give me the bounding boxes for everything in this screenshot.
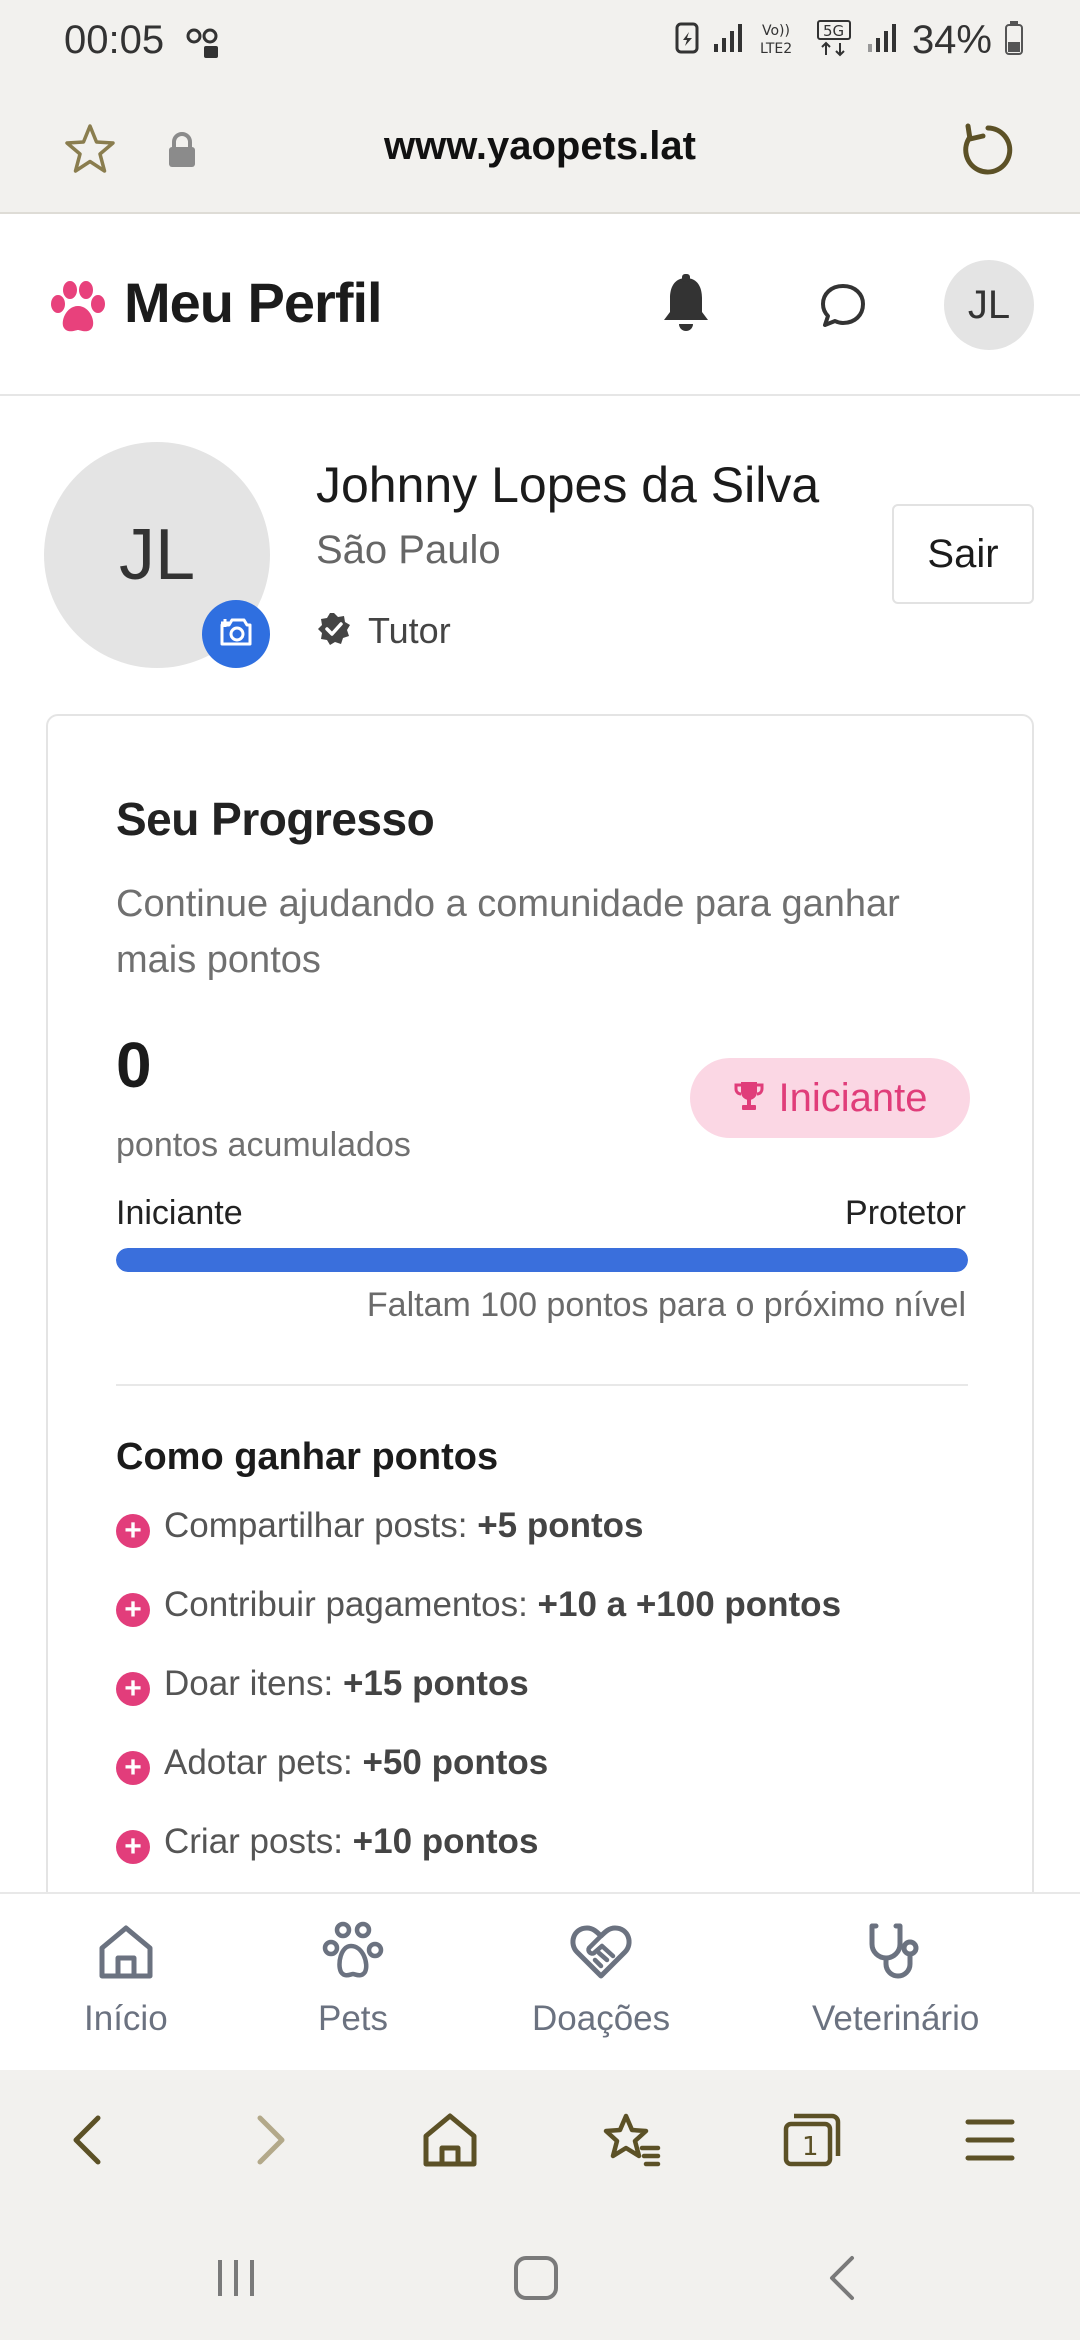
volte-icon: Vo)) LTE2	[758, 20, 802, 61]
role-label: Tutor	[368, 610, 451, 651]
home-icon	[94, 1920, 158, 1989]
level-badge-label: Iniciante	[778, 1075, 928, 1120]
url-text[interactable]: www.yaopets.lat	[0, 124, 1080, 169]
nav-label: Veterinário	[812, 1999, 980, 2038]
home-icon[interactable]	[420, 2110, 480, 2175]
earn-points-list: + Compartilhar posts: +5 pontos + Contribu…	[116, 1506, 976, 1901]
earn-reward: +15 pontos	[342, 1664, 529, 1703]
next-level-label: Protetor	[845, 1194, 966, 1232]
chat-icon[interactable]	[818, 280, 868, 335]
change-photo-button[interactable]	[202, 600, 270, 668]
progress-bar-fill	[116, 1248, 968, 1272]
nav-item-pets[interactable]: Pets	[318, 1920, 388, 2039]
paw-icon	[321, 1920, 385, 1989]
svg-text:Vo)): Vo))	[762, 23, 790, 39]
earn-action: Adotar pets:	[164, 1743, 353, 1782]
points-value: 0	[116, 1029, 152, 1101]
progress-title: Seu Progresso	[116, 793, 435, 845]
recent-apps-icon[interactable]	[212, 2254, 260, 2307]
nav-label: Pets	[318, 1999, 389, 2038]
list-item: + Criar posts: +10 pontos	[116, 1822, 976, 1901]
earn-action: Contribuir pagamentos:	[164, 1585, 528, 1624]
plus-icon: +	[116, 1830, 150, 1864]
progress-bar	[116, 1248, 968, 1272]
list-item: + Doar itens: +15 pontos	[116, 1664, 976, 1743]
earn-reward: +10 pontos	[352, 1822, 539, 1861]
bookmarks-icon[interactable]	[598, 2110, 662, 2175]
system-back-icon[interactable]	[820, 2254, 868, 2307]
app-header: Meu Perfil JL	[0, 214, 1080, 396]
list-item: + Compartilhar posts: +5 pontos	[116, 1506, 976, 1585]
signal-icon	[866, 22, 900, 59]
current-level-label: Iniciante	[116, 1194, 243, 1232]
stethoscope-icon	[864, 1920, 928, 1989]
progress-note: Faltam 100 pontos para o próximo nível	[366, 1286, 966, 1324]
earn-points-title: Como ganhar pontos	[116, 1436, 499, 1478]
nav-label: Doações	[532, 1999, 671, 2038]
bell-icon[interactable]	[660, 274, 712, 339]
system-nav-bar	[0, 2210, 1080, 2340]
camera-plus-icon	[218, 616, 254, 653]
plus-icon: +	[116, 1514, 150, 1548]
tabs-icon[interactable]: 1	[780, 2110, 844, 2175]
profile-city: São Paulo	[316, 528, 501, 572]
signal-icon	[712, 22, 746, 59]
forward-icon[interactable]	[246, 2110, 294, 2175]
heart-handshake-icon	[569, 1920, 633, 1989]
bottom-nav: Início Pets Doações Veterinário	[0, 1892, 1080, 2070]
browser-toolbar: 1	[0, 2070, 1080, 2210]
browser-url-bar: www.yaopets.lat	[0, 86, 1080, 214]
points-label: pontos acumulados	[116, 1126, 411, 1164]
plus-icon: +	[116, 1593, 150, 1627]
profile-role: Tutor	[316, 610, 451, 652]
list-item: + Adotar pets: +50 pontos	[116, 1743, 976, 1822]
trophy-icon	[733, 1079, 765, 1118]
reload-icon[interactable]	[958, 120, 1018, 185]
sim-icon	[184, 24, 224, 69]
battery-saver-icon	[674, 20, 700, 61]
svg-text:LTE2: LTE2	[760, 41, 792, 56]
earn-action: Doar itens:	[164, 1664, 334, 1703]
plus-icon: +	[116, 1672, 150, 1706]
profile-name: Johnny Lopes da Silva	[316, 457, 820, 513]
earn-reward: +5 pontos	[477, 1506, 644, 1545]
tab-count: 1	[802, 2132, 819, 2162]
progress-subtitle: Continue ajudando a comunidade para ganh…	[116, 883, 900, 981]
battery-percent: 34%	[911, 18, 992, 62]
nav-item-veterinario[interactable]: Veterinário	[812, 1920, 979, 2039]
page-title: Meu Perfil	[124, 271, 383, 334]
status-bar: 00:05 Vo)) LTE2 5G 34%	[0, 0, 1080, 86]
header-avatar[interactable]: JL	[944, 260, 1034, 350]
earn-action: Compartilhar posts:	[164, 1506, 468, 1545]
back-icon[interactable]	[64, 2110, 112, 2175]
nav-label: Início	[84, 1999, 168, 2038]
paw-icon	[48, 280, 108, 341]
logout-button[interactable]: Sair	[892, 504, 1034, 604]
svg-text:5G: 5G	[823, 22, 844, 40]
level-badge: Iniciante	[690, 1058, 970, 1138]
list-item: + Contribuir pagamentos: +10 a +100 ponto…	[116, 1585, 976, 1664]
home-button-icon[interactable]	[512, 2254, 560, 2307]
battery-icon	[1004, 20, 1024, 61]
earn-reward: +10 a +100 pontos	[537, 1585, 842, 1624]
5g-icon: 5G	[814, 19, 854, 62]
status-time: 00:05	[64, 18, 165, 62]
verified-badge-icon	[316, 611, 352, 652]
nav-item-inicio[interactable]: Início	[84, 1920, 168, 2039]
earn-action: Criar posts:	[164, 1822, 343, 1861]
plus-icon: +	[116, 1751, 150, 1785]
progress-card: Seu Progresso Continue ajudando a comuni…	[46, 714, 1034, 1914]
nav-item-doacoes[interactable]: Doações	[532, 1920, 670, 2039]
earn-reward: +50 pontos	[362, 1743, 549, 1782]
menu-icon[interactable]	[964, 2110, 1016, 2175]
divider	[116, 1384, 968, 1386]
